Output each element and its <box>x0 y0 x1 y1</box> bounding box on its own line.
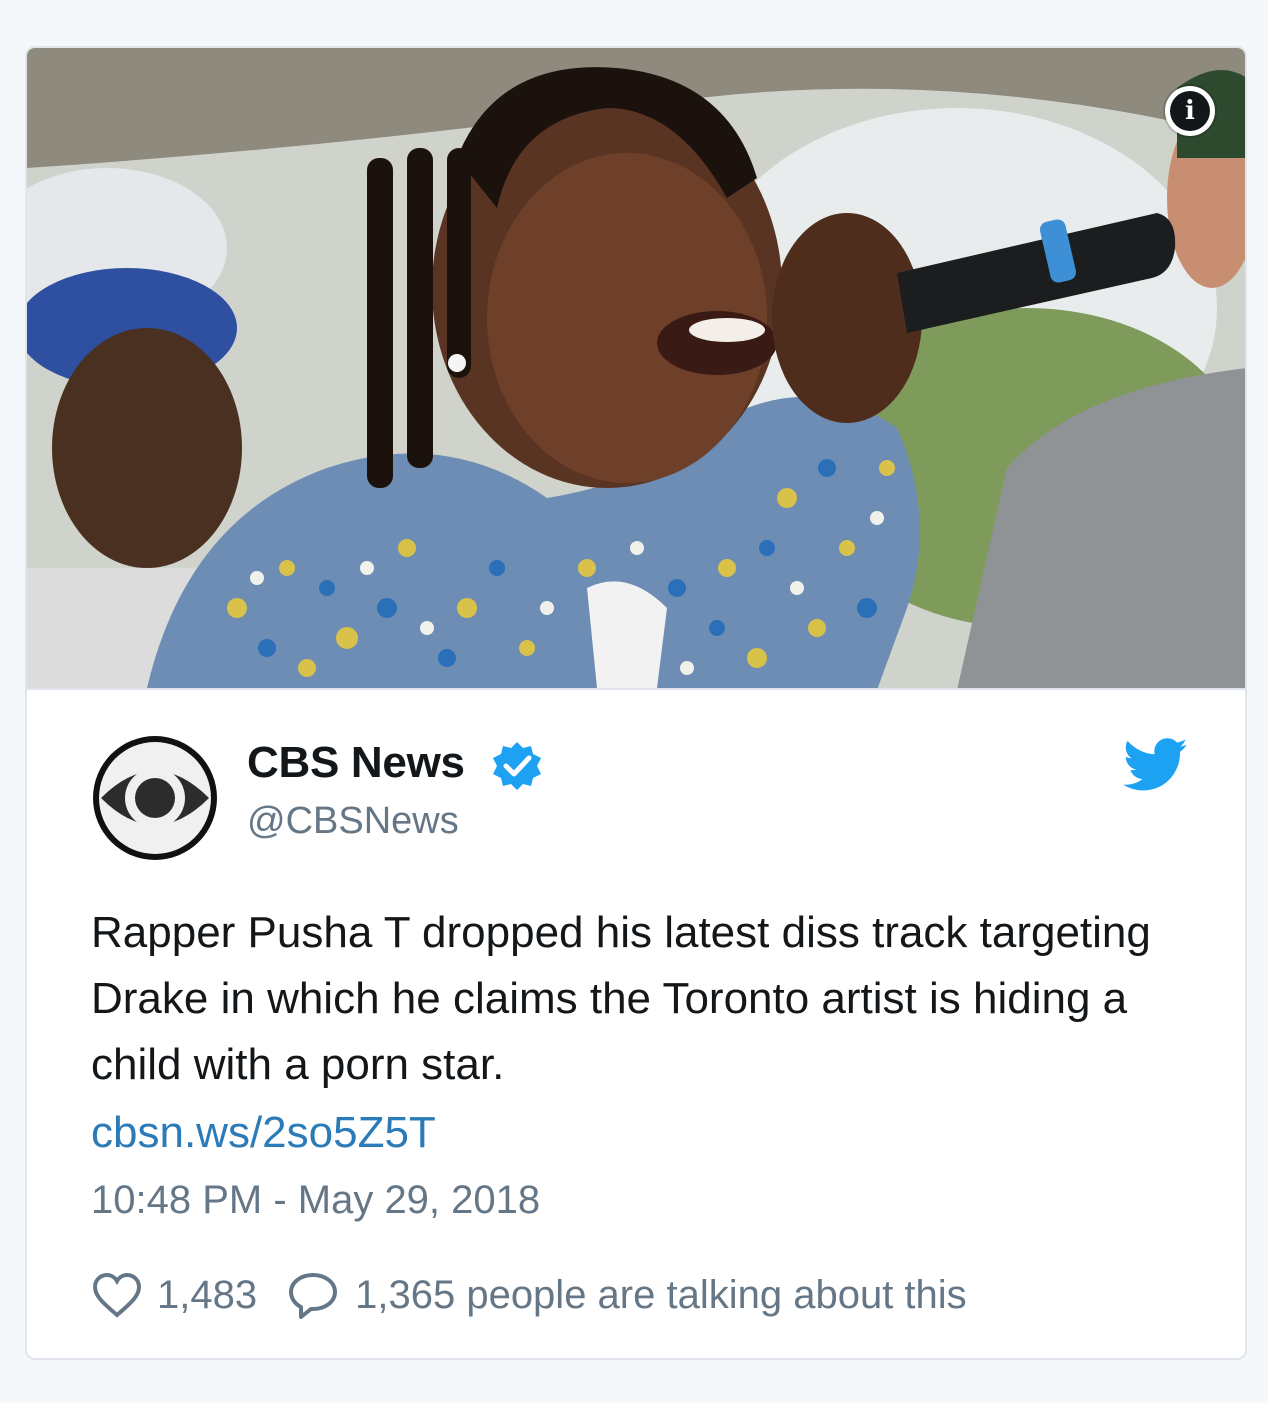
tweet-link[interactable]: cbsn.ws/2so5Z5T <box>91 1100 436 1166</box>
twitter-bird-icon[interactable] <box>1123 738 1189 792</box>
tweet-photo[interactable]: i <box>27 48 1245 690</box>
reply-bubble-icon[interactable] <box>287 1271 339 1319</box>
verified-badge-icon <box>493 742 541 790</box>
tweet-text: Rapper Pusha T dropped his latest diss t… <box>91 908 1151 1089</box>
photo-illustration <box>27 48 1245 688</box>
heart-icon[interactable] <box>91 1271 143 1319</box>
cbs-avatar[interactable] <box>91 734 219 862</box>
tweet-card[interactable]: i CBS News @CBSNews Rapper Pusha T dropp… <box>25 46 1247 1360</box>
tweet-timestamp[interactable]: 10:48 PM - May 29, 2018 <box>91 1178 540 1223</box>
like-count: 1,483 <box>157 1272 258 1317</box>
tweet-stats: 1,483 1,365 people are talking about thi… <box>91 1270 967 1320</box>
talking-count: 1,365 people are talking about this <box>355 1272 967 1317</box>
author-name[interactable]: CBS News <box>247 738 465 788</box>
info-icon[interactable]: i <box>1165 86 1215 136</box>
author-handle[interactable]: @CBSNews <box>247 800 459 843</box>
